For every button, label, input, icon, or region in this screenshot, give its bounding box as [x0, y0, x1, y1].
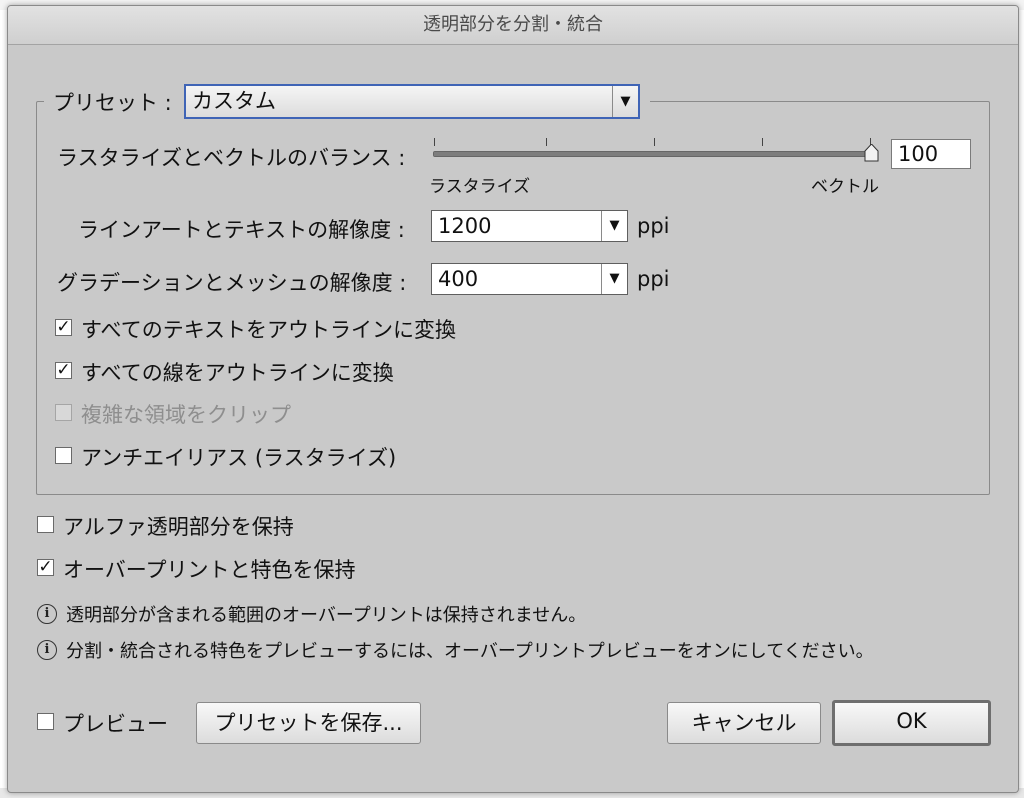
checkmark-icon: ✓ — [38, 557, 53, 577]
checkmark-icon: ✓ — [56, 317, 71, 337]
gradient-resolution-label: グラデーションとメッシュの解像度 : — [57, 271, 407, 295]
triangle-down-icon: ▼ — [601, 264, 627, 294]
preset-select[interactable]: カスタム ▼ — [184, 84, 640, 119]
info-line-2: 分割・統合される特色をプレビューするには、オーバープリントプレビューをオンにして… — [66, 641, 874, 662]
convert-strokes-checkbox[interactable]: ✓ — [55, 362, 72, 379]
convert-text-checkbox[interactable]: ✓ — [55, 319, 72, 336]
slider-thumb-icon[interactable] — [864, 144, 879, 162]
triangle-down-icon: ▼ — [612, 86, 638, 117]
clip-complex-checkbox — [55, 404, 72, 421]
triangle-down-icon: ▼ — [601, 211, 627, 241]
save-preset-button[interactable]: プリセットを保存... — [196, 702, 421, 744]
balance-slider-fill — [434, 152, 872, 156]
slider-tick — [434, 138, 435, 146]
balance-label: ラスタライズとベクトルのバランス : — [57, 146, 406, 170]
cancel-button[interactable]: キャンセル — [667, 702, 821, 744]
checkmark-icon: ✓ — [56, 360, 71, 380]
preview-checkbox[interactable] — [37, 713, 54, 730]
slider-left-label: ラスタライズ — [429, 177, 531, 197]
slider-tick — [546, 138, 547, 146]
dialog-title: 透明部分を分割・統合 — [423, 14, 603, 35]
convert-strokes-label: すべての線をアウトラインに変換 — [81, 361, 394, 385]
slider-right-label: ベクトル — [811, 177, 879, 197]
flatten-transparency-dialog: 透明部分を分割・統合 プリセット : カスタム ▼ ラスタライズとベクトルのバラ… — [7, 5, 1019, 793]
preset-value: カスタム — [192, 89, 276, 113]
info-icon: i — [37, 604, 57, 624]
line-art-resolution-value: 1200 — [438, 214, 492, 238]
preset-label: プリセット : — [53, 91, 172, 115]
info-line-1: 透明部分が含まれる範囲のオーバープリントは保持されません。 — [66, 605, 587, 626]
balance-slider-track[interactable] — [433, 151, 873, 157]
line-art-unit: ppi — [637, 214, 670, 238]
preserve-alpha-checkbox[interactable] — [37, 516, 54, 533]
preview-label: プレビュー — [63, 712, 168, 736]
line-art-resolution-select[interactable]: 1200 ▼ — [431, 210, 628, 242]
preserve-overprint-checkbox[interactable]: ✓ — [37, 559, 54, 576]
antialias-label: アンチエイリアス (ラスタライズ) — [81, 446, 397, 470]
preserve-overprint-label: オーバープリントと特色を保持 — [63, 558, 356, 582]
ok-button[interactable]: OK — [832, 700, 991, 746]
preserve-alpha-label: アルファ透明部分を保持 — [63, 515, 294, 539]
antialias-checkbox[interactable] — [55, 447, 72, 464]
line-art-resolution-label: ラインアートとテキストの解像度 : — [78, 218, 405, 242]
gradient-unit: ppi — [637, 267, 670, 291]
gradient-resolution-select[interactable]: 400 ▼ — [431, 263, 628, 295]
slider-tick — [762, 138, 763, 146]
clip-complex-label: 複雑な領域をクリップ — [81, 403, 291, 427]
convert-text-label: すべてのテキストをアウトラインに変換 — [81, 318, 457, 342]
info-icon: i — [37, 640, 57, 660]
balance-value-field[interactable]: 100 — [891, 139, 971, 169]
slider-tick — [654, 138, 655, 146]
gradient-resolution-value: 400 — [438, 267, 479, 291]
